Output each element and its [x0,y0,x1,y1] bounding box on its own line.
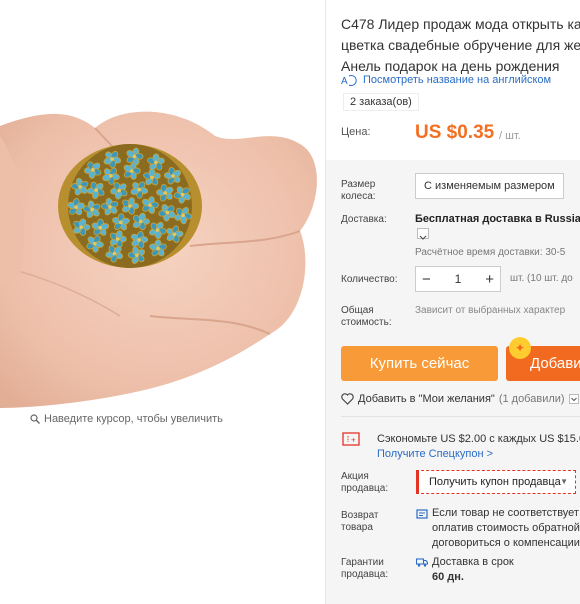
buy-now-button[interactable]: Купить сейчас [341,346,498,381]
seller-coupon-label: Получить купон продавца [429,476,561,488]
get-coupon-link[interactable]: Получите Спецкупон > [377,448,493,460]
total-price-value: Зависит от выбранных характер [415,305,566,316]
chevron-down-icon[interactable] [568,394,579,404]
heart-icon [341,393,354,405]
translate-title-link[interactable]: A Посмотреть название на английском [341,74,551,86]
seller-promo-label: Акция продавца: [341,471,389,494]
quantity-increase-button[interactable]: + [485,271,494,288]
shipping-dropdown[interactable] [417,228,429,240]
zoom-hint: Наведите курсор, чтобы увеличить [30,413,223,425]
return-policy-text: Если товар не соответствует о оплатив ст… [432,506,580,551]
ring-size-option[interactable]: С изменяемым размером [415,173,564,199]
search-icon [30,414,40,424]
shipping-method[interactable]: Бесплатная доставка в Russian [415,213,580,225]
delivery-icon [416,558,428,567]
product-info-panel: C478 Лидер продаж мода открыть капо цвет… [326,0,580,604]
translate-link-text[interactable]: Посмотреть название на английском [363,74,551,86]
translate-icon: A [341,75,357,86]
quantity-available-note: шт. (10 шт. до [510,273,573,284]
add-to-wishlist-link[interactable]: Добавить в "Мои желания" (1 добавили) [341,393,579,405]
coupon-icon: + [342,432,360,446]
guarantee-label: Гарантии продавца: [341,557,389,580]
return-policy-line: оплатив стоимость обратной [432,522,580,534]
product-title: C478 Лидер продаж мода открыть капо цвет… [341,14,580,77]
product-image[interactable] [0,16,325,408]
return-policy-line: договориться о компенсации [432,537,580,549]
guarantee-text: Доставка в срок 60 дн. [432,555,514,585]
product-title-line: C478 Лидер продаж мода открыть капо [341,16,580,32]
chevron-down-icon [419,235,427,240]
wishlist-count: (1 добавили) [498,393,565,405]
quantity-label: Количество: [341,274,398,285]
price-label: Цена: [341,126,371,138]
quantity-stepper: − 1 + [415,266,501,292]
price-value: US $0.35 [415,122,495,143]
coupon-savings-text: Сэкономьте US $2.00 с каждых US $15.00 [377,433,580,445]
return-label: Возврат товара [341,510,379,533]
product-gallery: Наведите курсор, чтобы увеличить [0,0,325,604]
guarantee-delivery: Доставка в срок [432,556,514,568]
get-seller-coupon-button[interactable]: Получить купон продавца ▼ [416,470,576,494]
product-title-line: цветка свадебные обручение для жени [341,37,580,53]
return-icon [416,509,428,519]
total-price-label: Общая стоимость: [341,305,392,328]
star-icon: ✦ [509,337,531,359]
zoom-hint-text: Наведите курсор, чтобы увеличить [44,413,223,425]
chevron-down-icon: ▼ [560,477,568,486]
quantity-input[interactable]: 1 [455,272,462,286]
add-to-cart-label: Добави [530,355,580,372]
shipping-label: Доставка: [341,214,387,225]
divider [341,416,580,417]
orders-count: 2 заказа(ов) [343,93,419,111]
ring-size-label: Размер колеса: [341,179,376,202]
svg-text:A: A [341,76,348,86]
shipping-time: Расчётное время доставки: 30-5 [415,247,566,258]
wishlist-text[interactable]: Добавить в "Мои желания" [358,393,495,405]
guarantee-days: 60 дн. [432,571,464,583]
quantity-decrease-button[interactable]: − [422,271,431,288]
price-unit: / шт. [499,130,521,142]
return-policy-line: Если товар не соответствует о [432,507,580,519]
svg-text:+: + [351,436,356,445]
